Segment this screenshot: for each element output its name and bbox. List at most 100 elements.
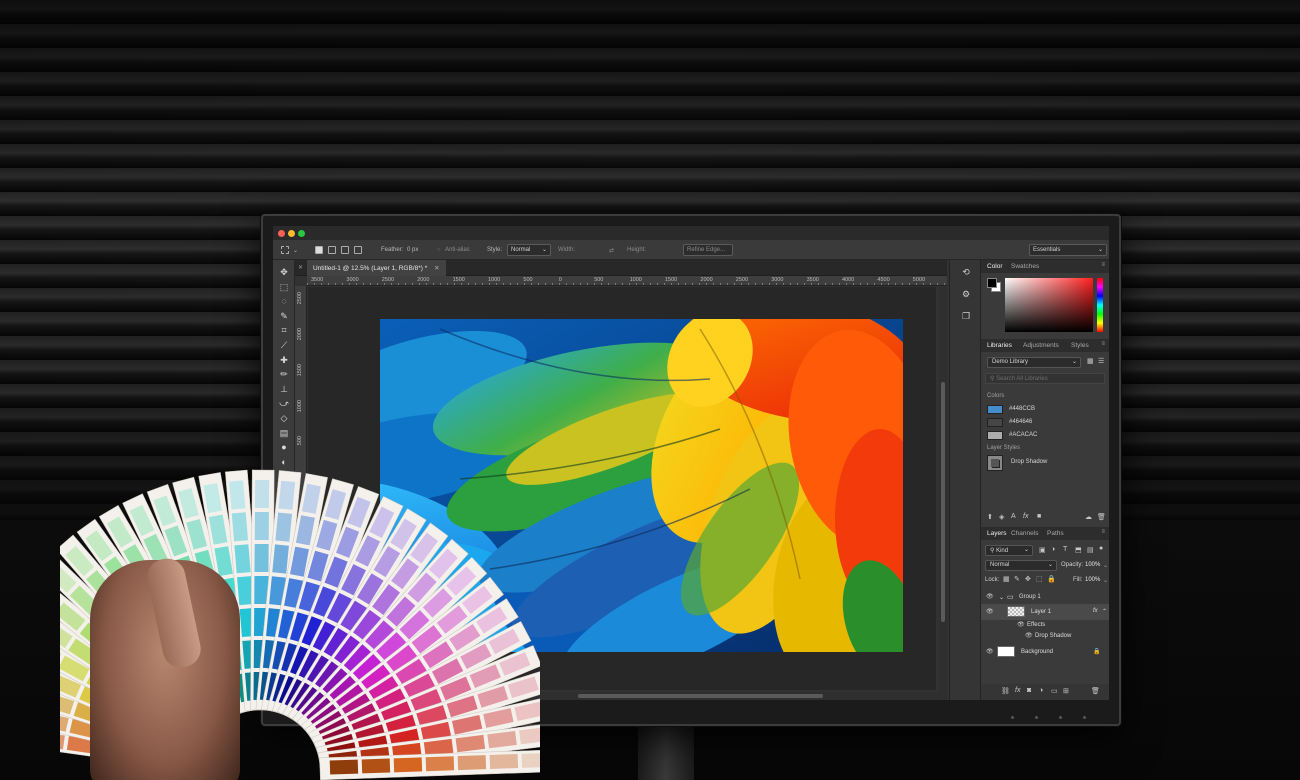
lasso-icon[interactable]: ◌ <box>278 295 290 307</box>
add-mask-icon[interactable]: ◙ <box>1027 687 1031 694</box>
style-select[interactable]: Normal ⌄ <box>507 244 551 256</box>
opacity-input[interactable]: 100% <box>1085 562 1100 568</box>
lock-transparent-icon[interactable]: ▦ <box>1003 575 1010 583</box>
feather-input[interactable]: 0 px <box>407 247 418 253</box>
library-color-item[interactable]: #464646 <box>987 418 1097 428</box>
tab-adjustments[interactable]: Adjustments <box>1023 342 1059 349</box>
library-color-item[interactable]: #448CCB <box>987 405 1097 415</box>
filter-type-icon[interactable]: T <box>1063 546 1067 553</box>
filter-shape-icon[interactable]: ⬒ <box>1075 546 1082 554</box>
tab-layers[interactable]: Layers <box>987 530 1007 537</box>
lock-position-icon[interactable]: ✥ <box>1025 575 1031 583</box>
refine-edge-button[interactable]: Refine Edge... <box>683 244 733 256</box>
gradient-icon[interactable]: ▤ <box>278 427 290 439</box>
new-adjustment-layer-icon[interactable]: ◑ <box>1039 687 1043 694</box>
add-character-style-icon[interactable]: A <box>1011 513 1016 520</box>
close-panel-icon[interactable]: ✕ <box>298 264 303 271</box>
fill-chevron-icon[interactable]: ⌄ <box>1103 577 1108 584</box>
tool-preset-dropdown[interactable]: ⌄ <box>293 247 298 254</box>
minimize-window-button[interactable] <box>288 230 295 237</box>
new-selection-icon[interactable] <box>315 246 323 254</box>
quick-select-icon[interactable]: ✎ <box>278 310 290 322</box>
maximize-window-button[interactable] <box>298 230 305 237</box>
fill-input[interactable]: 100% <box>1085 577 1100 583</box>
tab-color[interactable]: Color <box>987 263 1003 270</box>
eyedropper-icon[interactable]: ⟋ <box>278 339 290 351</box>
filter-adjustment-icon[interactable]: ◑ <box>1051 546 1055 553</box>
new-layer-icon[interactable]: ⊞ <box>1063 687 1069 695</box>
blend-mode-select[interactable]: Normal ⌄ <box>985 560 1057 571</box>
add-selection-icon[interactable] <box>328 246 336 254</box>
eraser-icon[interactable]: ◇ <box>278 412 290 424</box>
intersect-selection-icon[interactable] <box>354 246 362 254</box>
tab-libraries[interactable]: Libraries <box>987 342 1012 349</box>
visibility-eye-icon[interactable]: 👁 <box>1017 621 1025 628</box>
libraries-panel-icon[interactable]: ❐ <box>960 310 972 322</box>
chevron-up-icon[interactable]: ⌃ <box>1102 608 1107 615</box>
workspace-select[interactable]: Essentials ⌄ <box>1029 244 1107 256</box>
lock-all-icon[interactable]: 🔒 <box>1047 575 1056 583</box>
tab-swatches[interactable]: Swatches <box>1011 263 1039 270</box>
move-icon[interactable]: ✥ <box>278 266 290 278</box>
brush-icon[interactable]: ✏ <box>278 368 290 380</box>
visibility-eye-icon[interactable]: 👁 <box>986 593 994 600</box>
library-style-item[interactable]: Drop Shadow <box>987 455 1097 471</box>
vertical-scroll-thumb[interactable] <box>941 382 945 622</box>
layer-row-layer-1[interactable]: 👁 Layer 1 fx ⌃ <box>981 604 1109 620</box>
history-panel-icon[interactable]: ⟲ <box>960 266 972 278</box>
new-group-icon[interactable]: ▭ <box>1051 687 1058 695</box>
add-fg-color-icon[interactable]: ■ <box>1037 513 1041 520</box>
add-graphic-icon[interactable]: ⬆ <box>987 513 993 521</box>
grid-view-icon[interactable]: ▦ <box>1087 357 1094 365</box>
add-layer-style-icon[interactable]: fx <box>1023 513 1028 520</box>
delete-layer-icon[interactable]: 🗑 <box>1091 687 1100 695</box>
layer-row-drop-shadow[interactable]: 👁 Drop Shadow <box>981 631 1109 642</box>
marquee-icon[interactable]: ⬚ <box>278 281 290 293</box>
visibility-eye-icon[interactable]: 👁 <box>986 648 994 655</box>
add-color-icon[interactable]: ◈ <box>999 513 1004 521</box>
list-view-icon[interactable]: ☰ <box>1098 357 1104 365</box>
color-picker-field[interactable] <box>1005 278 1093 332</box>
close-document-icon[interactable]: ✕ <box>434 265 439 272</box>
filter-smart-object-icon[interactable]: ▤ <box>1087 546 1094 554</box>
anti-alias-checkbox[interactable]: ○ <box>437 247 441 253</box>
panel-menu-icon[interactable]: ≡ <box>1101 262 1105 268</box>
creative-cloud-icon[interactable]: ☁ <box>1085 513 1092 521</box>
hue-slider[interactable] <box>1097 278 1103 332</box>
horizontal-scroll-thumb[interactable] <box>578 694 823 698</box>
visibility-eye-icon[interactable]: 👁 <box>986 608 994 615</box>
panel-menu-icon[interactable]: ≡ <box>1101 341 1105 347</box>
layer-row-group[interactable]: 👁 ⌄ ▭ Group 1 <box>981 590 1109 604</box>
foreground-color-swatch[interactable] <box>987 278 997 288</box>
history-brush-icon[interactable]: ⤻ <box>278 397 290 409</box>
panel-menu-icon[interactable]: ≡ <box>1101 529 1105 535</box>
vertical-scrollbar[interactable] <box>939 287 947 700</box>
visibility-eye-icon[interactable]: 👁 <box>1025 632 1033 639</box>
layer-row-effects[interactable]: 👁 Effects <box>981 620 1109 631</box>
properties-panel-icon[interactable]: ⚙ <box>960 288 972 300</box>
chevron-down-icon[interactable]: ⌄ <box>999 594 1004 601</box>
subtract-selection-icon[interactable] <box>341 246 349 254</box>
healing-brush-icon[interactable]: ✚ <box>278 354 290 366</box>
layer-row-background[interactable]: 👁 Background 🔒 <box>981 644 1109 660</box>
filter-toggle-icon[interactable]: ● <box>1099 545 1103 552</box>
crop-icon[interactable]: ⌗ <box>278 324 290 336</box>
marquee-tool-preset-icon[interactable] <box>281 246 289 254</box>
tab-paths[interactable]: Paths <box>1047 530 1064 537</box>
layer-filter-select[interactable]: ⚲ Kind ⌄ <box>985 545 1033 556</box>
library-search-input[interactable]: ⚲ Search All Libraries <box>985 373 1105 384</box>
tab-styles[interactable]: Styles <box>1071 342 1089 349</box>
lock-artboard-icon[interactable]: ⬚ <box>1036 575 1043 583</box>
add-layer-style-icon[interactable]: fx <box>1015 687 1020 694</box>
layer-fx-icon[interactable]: fx <box>1093 608 1098 614</box>
close-window-button[interactable] <box>278 230 285 237</box>
library-select[interactable]: Demo Library ⌄ <box>987 357 1081 368</box>
tab-channels[interactable]: Channels <box>1011 530 1038 537</box>
filter-pixel-icon[interactable]: ▣ <box>1039 546 1046 554</box>
link-layers-icon[interactable]: ⛓ <box>1001 687 1010 695</box>
stamp-icon[interactable]: ⊥ <box>278 383 290 395</box>
swap-dimensions-icon[interactable]: ⇄ <box>609 247 614 254</box>
opacity-chevron-icon[interactable]: ⌄ <box>1103 562 1108 569</box>
document-tab[interactable]: Untitled-1 @ 12.5% (Layer 1, RGB/8*) * ✕ <box>307 260 446 276</box>
delete-library-item-icon[interactable]: 🗑 <box>1097 513 1106 521</box>
